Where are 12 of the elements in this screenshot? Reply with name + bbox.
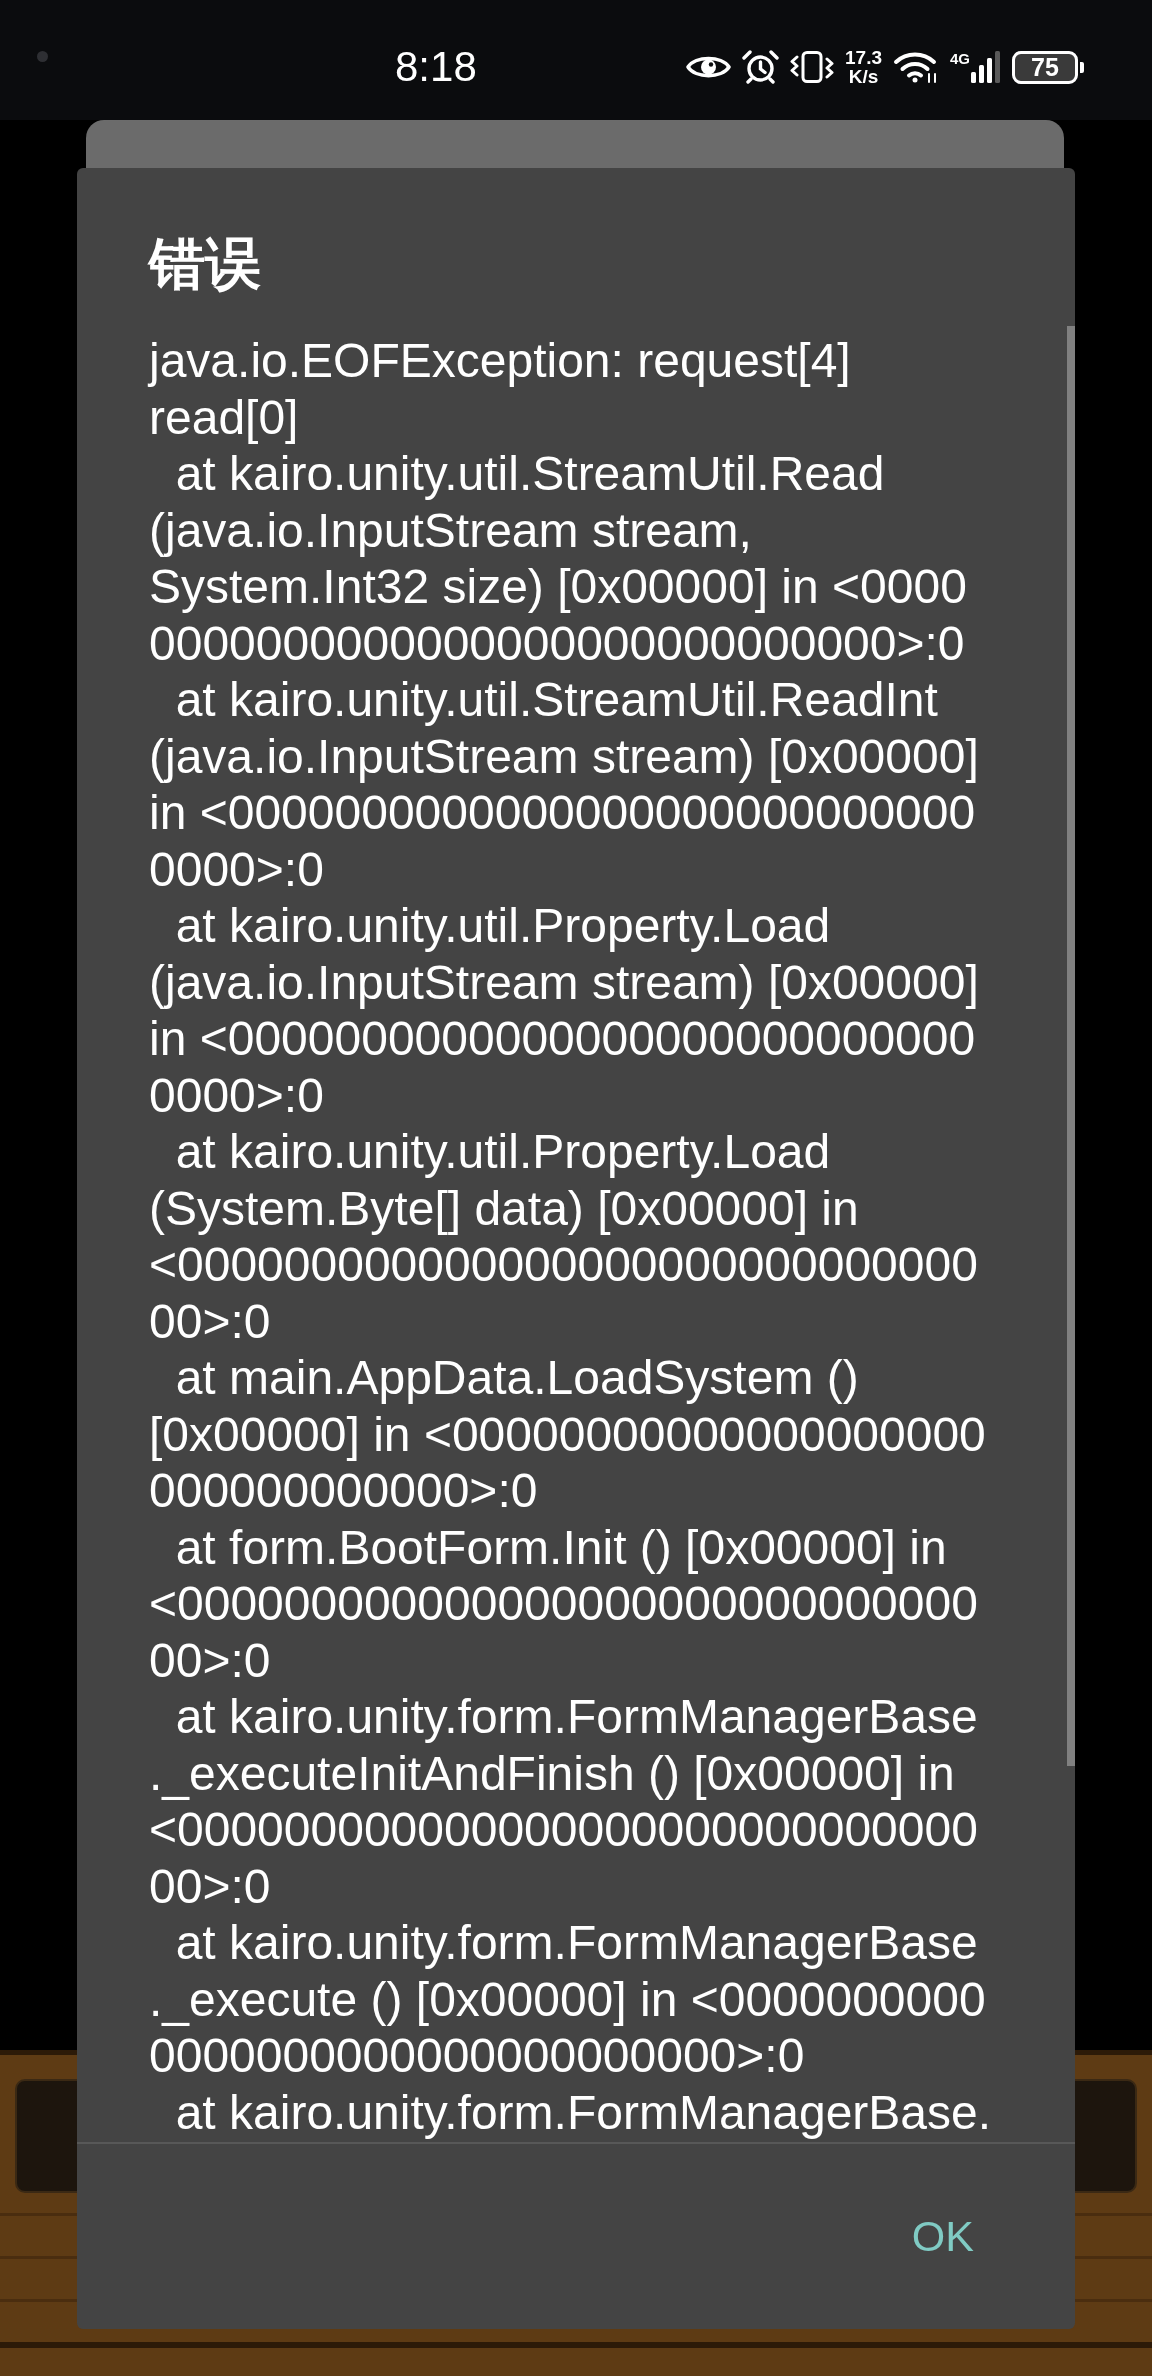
ok-button[interactable]: OK (887, 2201, 998, 2272)
wifi-icon (893, 51, 939, 83)
dialog-title: 错误 (149, 231, 261, 297)
vibrate-icon (790, 51, 834, 83)
battery-percentage: 75 (1031, 54, 1059, 80)
alarm-clock-icon (742, 50, 779, 84)
error-message: java.io.EOFException: request[4] read[0] at kairo.unity.util.StreamUtil.Read (java.io.InputStream stream, System.Int32 size) [0x00000] in <0000 0000000000000000000000000000>:0 at kairo.unity.util.StreamUtil.ReadInt (java.io.InputStream stream) [0x00000] in <0000000000000000000000000000 0000>:0 at kairo.unity.util.Property.Load (java.io.InputStream stream) [0x00000] in <0000000000000000000000000000 0000>:0 at kairo.unity.util.Property.Load (System.Byte[] data) [0x00000] in <000000000000000000000000000000 00>:0 at main.AppData.LoadSystem () [0x00000] in <00000000000000000000 000000000000>:0 at form.BootForm.Init () [0x00000] in <000000000000000000000000000000 00>:0 at kairo.unity.form.FormManagerBase ._executeInitAndFinish () [0x00000] in <000000000000000000000000000000 00>:0 at kairo.unity.form.FormManagerBase ._execute () [0x00000] in <0000000000 0000000000000000000000>:0 at kairo.unity.form.FormManagerBase. (149, 333, 992, 2141)
network-speed-value: 17.3 (845, 48, 882, 67)
network-type-label: 4G (950, 51, 970, 66)
clock-time: 8:18 (395, 46, 477, 88)
signal-bars-icon (971, 51, 1001, 83)
network-speed-unit: K/s (848, 67, 879, 86)
